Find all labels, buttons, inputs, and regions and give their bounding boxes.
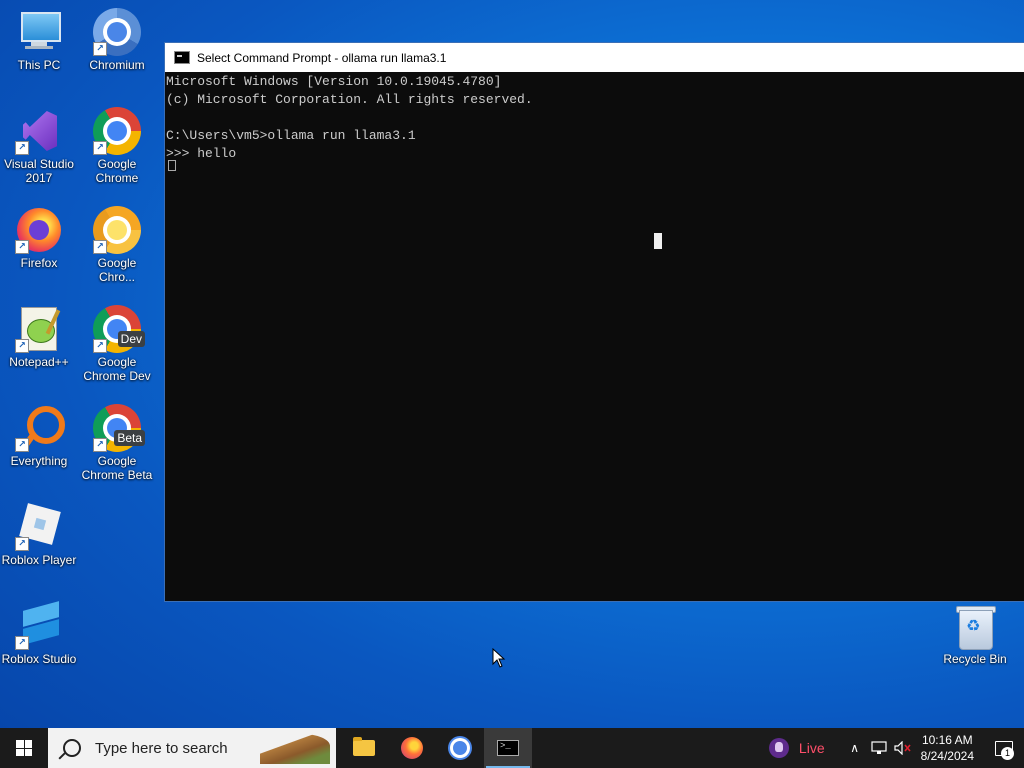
dev-badge: Dev — [117, 331, 145, 347]
file-explorer-icon — [353, 737, 375, 756]
this-pc-icon — [15, 8, 63, 56]
firefox-icon: ↗ — [15, 206, 63, 254]
desktop-icon-label: Roblox Studio — [1, 652, 77, 666]
roblox-studio-icon: ↗ — [15, 601, 63, 650]
desktop-icon-label: Google Chro... — [97, 256, 137, 284]
taskbar: Type here to search >_ Live ∧ 10:16 AM 8… — [0, 728, 1024, 768]
windows-logo-icon — [16, 740, 32, 756]
clock-time: 10:16 AM — [921, 733, 973, 747]
notepad-plus-plus-icon: ↗ — [15, 305, 63, 353]
search-icon — [63, 739, 81, 757]
firefox-icon — [401, 737, 423, 759]
taskbar-command-prompt[interactable]: >_ — [484, 728, 532, 768]
command-prompt-window[interactable]: Select Command Prompt - ollama run llama… — [165, 43, 1024, 601]
desktop-icon-notepad-plus-plus[interactable]: ↗ Notepad++ — [1, 305, 77, 369]
chrome-icon: ↗ — [93, 107, 141, 155]
live-label: Live — [798, 740, 825, 756]
desktop-icon-google-chrome-dev[interactable]: Dev ↗ Google Chrome Dev — [79, 305, 155, 383]
beta-badge: Beta — [114, 430, 145, 446]
search-highlight-illustration — [260, 734, 330, 764]
chromium-icon: ↗ — [93, 8, 141, 56]
text-cursor — [168, 160, 176, 171]
desktop-icon-visual-studio[interactable]: ↗ Visual Studio 2017 — [1, 107, 77, 185]
desktop-icon-roblox-studio[interactable]: ↗ Roblox Studio — [1, 601, 77, 666]
volume-muted-icon[interactable] — [891, 728, 915, 768]
desktop-icon-label: Recycle Bin — [943, 652, 1007, 666]
block-cursor — [654, 233, 662, 249]
search-placeholder: Type here to search — [95, 739, 228, 757]
clock-date: 8/24/2024 — [920, 749, 974, 763]
command-prompt-icon — [174, 51, 190, 64]
desktop-icon-google-chrome[interactable]: ↗ Google Chrome — [79, 107, 155, 185]
desktop-icon-roblox-player[interactable]: ↗ Roblox Player — [1, 503, 77, 567]
desktop-icon-label: Google Chrome Beta — [81, 454, 153, 482]
console-area[interactable]: Microsoft Windows [Version 10.0.19045.47… — [165, 72, 1024, 171]
taskbar-firefox[interactable] — [388, 728, 436, 768]
chrome-canary-icon: ↗ — [93, 206, 141, 254]
chrome-beta-icon: Beta ↗ — [93, 404, 145, 452]
desktop-icon-google-chrome-beta[interactable]: Beta ↗ Google Chrome Beta — [79, 404, 155, 482]
window-title-bar[interactable]: Select Command Prompt - ollama run llama… — [165, 43, 1024, 72]
desktop-icon-everything[interactable]: ↗ Everything — [1, 404, 77, 468]
taskbar-search-box[interactable]: Type here to search — [48, 728, 336, 768]
console-line: C:\Users\vm5>ollama run llama3.1 — [166, 128, 416, 143]
action-center-button[interactable]: 1 — [984, 728, 1024, 768]
desktop-icon-label: Firefox — [20, 256, 58, 270]
taskbar-chromium[interactable] — [436, 728, 484, 768]
visual-studio-icon: ↗ — [15, 107, 63, 155]
desktop-icon-label: This PC — [17, 58, 61, 72]
console-line: Microsoft Windows [Version 10.0.19045.47… — [166, 74, 502, 89]
system-tray: Live ∧ 10:16 AM 8/24/2024 1 — [768, 728, 1024, 768]
notification-count-badge: 1 — [1001, 747, 1014, 760]
desktop-icon-firefox[interactable]: ↗ Firefox — [1, 206, 77, 270]
roblox-player-icon: ↗ — [15, 503, 63, 551]
chromium-icon — [450, 738, 470, 758]
desktop-icon-label: Chromium — [89, 58, 145, 72]
mouse-pointer-icon — [492, 648, 506, 668]
live-score-widget[interactable]: Live — [768, 738, 825, 758]
console-line — [165, 108, 1024, 126]
desktop-icon-recycle-bin[interactable]: ♻ Recycle Bin — [937, 604, 1013, 666]
desktop-icon-label: Everything — [10, 454, 68, 468]
taskbar-clock[interactable]: 10:16 AM 8/24/2024 — [921, 732, 974, 764]
command-prompt-icon: >_ — [497, 740, 519, 756]
desktop-icon-label: Visual Studio 2017 — [4, 157, 74, 185]
start-button[interactable] — [0, 728, 48, 768]
desktop-icon-google-chrome-canary[interactable]: ↗ Google Chro... — [79, 206, 155, 284]
desktop-icon-label: Google Chrome — [95, 157, 139, 185]
show-hidden-icons-chevron-icon[interactable]: ∧ — [843, 728, 867, 768]
desktop-icon-chromium[interactable]: ↗ Chromium — [79, 8, 155, 72]
desktop-icon-label: Notepad++ — [9, 355, 69, 369]
recycle-bin-icon: ♻ — [955, 604, 996, 650]
premier-league-icon — [768, 738, 789, 758]
desktop-icon-this-pc[interactable]: This PC — [1, 8, 77, 72]
desktop-icon-label: Google Chrome Dev — [83, 355, 151, 383]
taskbar-file-explorer[interactable] — [340, 728, 388, 768]
console-line: >>> hello — [166, 146, 237, 161]
desktop-icon-label: Roblox Player — [1, 553, 77, 567]
network-icon[interactable] — [867, 728, 891, 768]
chrome-dev-icon: Dev ↗ — [93, 305, 145, 353]
window-title: Select Command Prompt - ollama run llama… — [197, 50, 447, 65]
console-line: (c) Microsoft Corporation. All rights re… — [166, 92, 533, 107]
everything-search-icon: ↗ — [15, 404, 65, 452]
